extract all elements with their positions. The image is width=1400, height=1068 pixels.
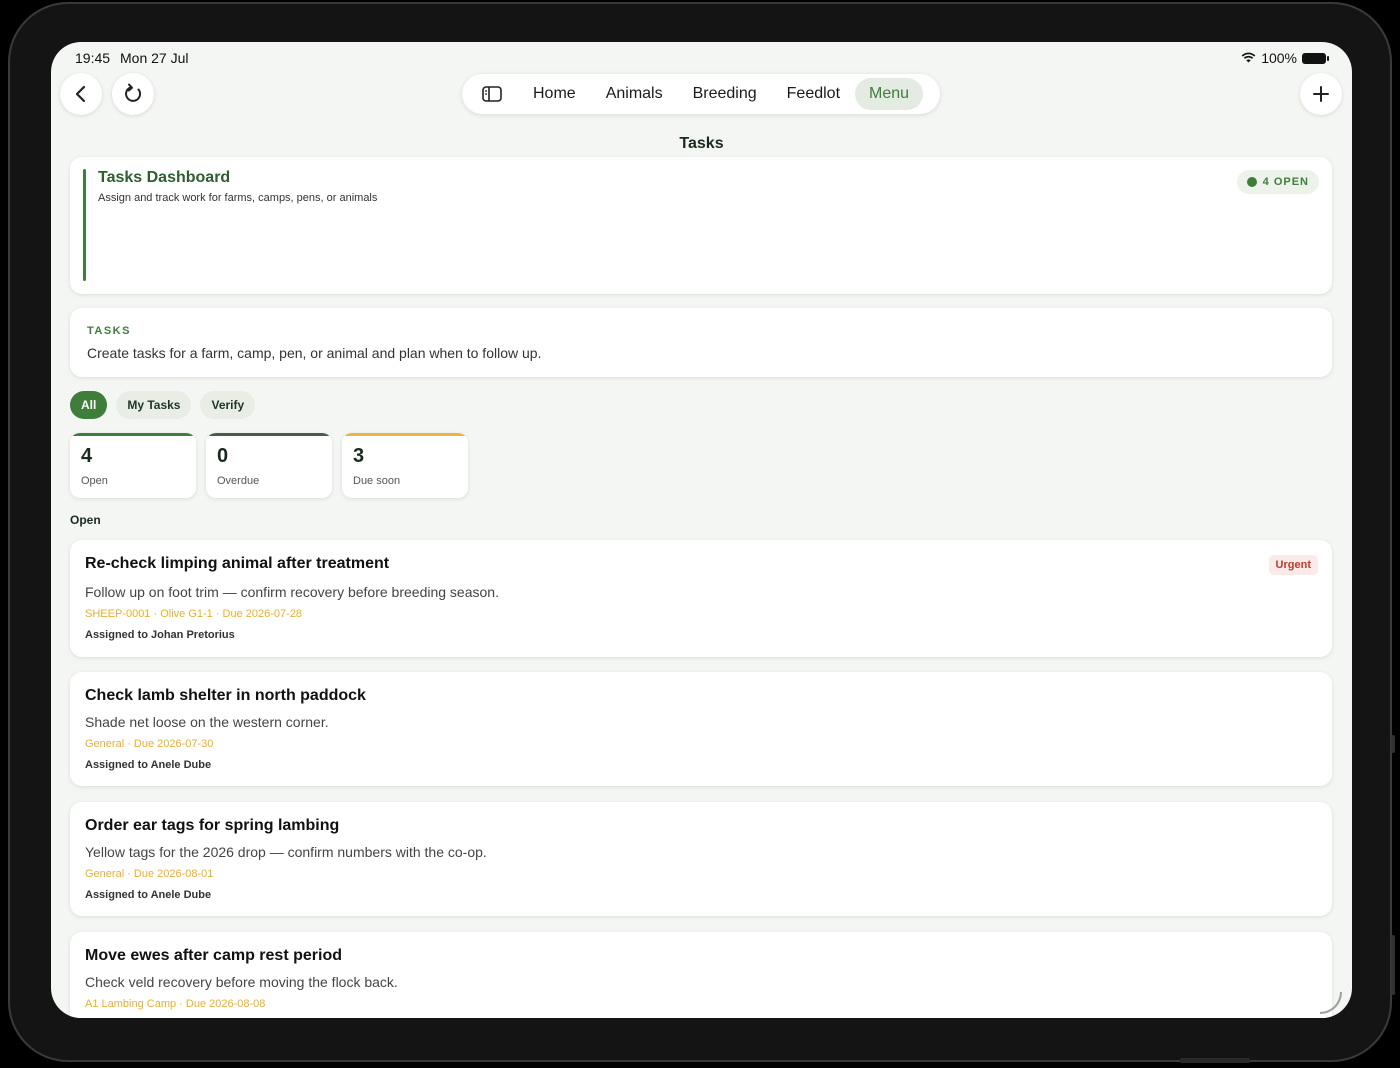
stat-open[interactable]: 4 Open (70, 433, 196, 498)
task-description: Check veld recovery before moving the fl… (85, 974, 398, 990)
task-assignee: Assigned to Johan Pretorius (85, 629, 235, 641)
battery-percentage: 100% (1261, 50, 1297, 66)
task-title: Re-check limping animal after treatment (85, 555, 390, 572)
open-count-badge: 4 OPEN (1236, 170, 1319, 194)
open-count-label: 4 OPEN (1262, 176, 1309, 188)
device-side-button (1391, 735, 1395, 753)
add-button[interactable] (1300, 73, 1342, 115)
top-navigation: Home Animals Breeding Feedlot Menu (462, 74, 940, 114)
task-description: Shade net loose on the western corner. (85, 714, 329, 730)
filter-verify[interactable]: Verify (200, 391, 256, 419)
device-top-button (1180, 1058, 1250, 1063)
nav-home[interactable]: Home (533, 85, 576, 103)
stat-accent-bar (342, 433, 468, 436)
status-time: 19:45 (75, 50, 111, 66)
task-description: Yellow tags for the 2026 drop — confirm … (85, 844, 487, 860)
battery-icon (1302, 52, 1329, 64)
chevron-left-icon (75, 85, 86, 103)
stat-due-soon[interactable]: 3 Due soon (342, 433, 468, 498)
nav-feedlot[interactable]: Feedlot (787, 85, 840, 103)
task-card[interactable]: Move ewes after camp rest period Check v… (70, 932, 1332, 1018)
task-title: Order ear tags for spring lambing (85, 817, 340, 834)
status-date: Mon 27 Jul (120, 50, 189, 66)
tasks-dashboard-card: Tasks Dashboard Assign and track work fo… (70, 157, 1332, 294)
nav-breeding[interactable]: Breeding (693, 85, 757, 103)
task-assignee: Assigned to Anele Dube (85, 889, 212, 901)
stat-label: Due soon (353, 475, 401, 487)
task-assignee: Assigned to Anele Dube (85, 759, 212, 771)
refresh-icon (125, 83, 142, 102)
task-meta: General · Due 2026-08-01 (85, 868, 214, 880)
stat-label: Open (81, 475, 108, 487)
page-title: Tasks (679, 135, 724, 152)
filter-all[interactable]: All (70, 391, 108, 419)
task-meta: A1 Lambing Camp · Due 2026-08-08 (85, 998, 266, 1010)
stat-overdue[interactable]: 0 Overdue (206, 433, 332, 498)
task-card[interactable]: Order ear tags for spring lambing Yellow… (70, 802, 1332, 916)
accent-bar (83, 169, 86, 281)
stat-value: 0 (217, 445, 229, 467)
device-side-button (1391, 935, 1395, 995)
section-heading-open: Open (70, 513, 101, 527)
nav-animals[interactable]: Animals (606, 85, 663, 103)
dashboard-title: Tasks Dashboard (98, 169, 231, 186)
status-bar: 19:45 Mon 27 Jul 100% (51, 42, 1352, 72)
stat-accent-bar (70, 433, 196, 436)
app-screen: 19:45 Mon 27 Jul 100% Home Animals Breed… (51, 42, 1352, 1018)
filter-chips: All My Tasks Verify (70, 391, 256, 419)
stat-accent-bar (206, 433, 332, 436)
plus-icon (1313, 86, 1329, 102)
task-meta: General · Due 2026-07-30 (85, 738, 214, 750)
filter-my-tasks[interactable]: My Tasks (116, 391, 192, 419)
task-card[interactable]: Check lamb shelter in north paddock Shad… (70, 672, 1332, 786)
stat-value: 3 (353, 445, 365, 467)
task-title: Move ewes after camp rest period (85, 947, 342, 964)
info-label: TASKS (87, 325, 131, 337)
scroll-indicator (1320, 992, 1342, 1014)
task-description: Follow up on foot trim — confirm recover… (85, 584, 499, 600)
task-title: Check lamb shelter in north paddock (85, 687, 366, 704)
info-text: Create tasks for a farm, camp, pen, or a… (87, 345, 542, 361)
stat-label: Overdue (217, 475, 260, 487)
back-button[interactable] (60, 73, 102, 115)
urgent-badge: Urgent (1268, 555, 1318, 575)
status-right: 100% (1241, 50, 1329, 66)
status-dot-icon (1246, 177, 1257, 187)
dashboard-subtitle: Assign and track work for farms, camps, … (98, 192, 378, 204)
sidebar-toggle-icon[interactable] (482, 86, 502, 102)
task-card[interactable]: Re-check limping animal after treatment … (70, 540, 1332, 657)
nav-menu[interactable]: Menu (855, 78, 924, 110)
wifi-icon (1241, 50, 1256, 66)
task-meta: SHEEP-0001 · Olive G1-1 · Due 2026-07-28 (85, 608, 303, 620)
stat-value: 4 (81, 445, 93, 467)
refresh-button[interactable] (112, 73, 154, 115)
tasks-info-card: TASKS Create tasks for a farm, camp, pen… (70, 308, 1332, 377)
